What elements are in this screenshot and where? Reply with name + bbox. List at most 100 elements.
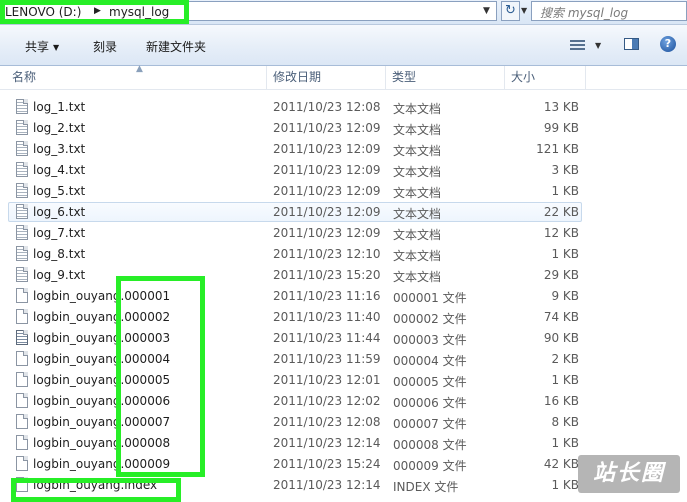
file-row[interactable]: log_4.txt 2011/10/23 12:09 文本文档 3 KB <box>0 160 687 181</box>
file-row[interactable]: log_7.txt 2011/10/23 12:09 文本文档 12 KB <box>0 223 687 244</box>
file-size: 1 KB <box>551 478 579 492</box>
file-modified-date: 2011/10/23 12:09 <box>273 121 381 135</box>
sort-ascending-icon: ▲ <box>136 64 143 74</box>
column-header-type[interactable]: 类型 <box>385 66 503 89</box>
file-modified-date: 2011/10/23 12:09 <box>273 226 381 240</box>
file-modified-date: 2011/10/23 12:01 <box>273 373 381 387</box>
file-size: 1 KB <box>551 184 579 198</box>
file-modified-date: 2011/10/23 12:09 <box>273 184 381 198</box>
file-modified-date: 2011/10/23 12:08 <box>273 100 381 114</box>
preview-pane-icon[interactable] <box>624 38 639 50</box>
file-size: 1 KB <box>551 373 579 387</box>
file-row[interactable]: log_1.txt 2011/10/23 12:08 文本文档 13 KB <box>0 97 687 118</box>
file-size: 29 KB <box>543 268 579 282</box>
burn-button-label: 刻录 <box>93 40 118 54</box>
file-size: 13 KB <box>543 100 579 114</box>
file-icon <box>16 372 28 387</box>
column-header-date-label: 修改日期 <box>273 70 322 84</box>
highlight-box-index-file <box>11 478 181 502</box>
view-options-dropdown-icon[interactable]: ▼ <box>595 41 601 50</box>
file-size: 74 KB <box>543 310 579 324</box>
file-icon <box>16 435 28 450</box>
file-row[interactable]: logbin_ouyang.000005 2011/10/23 12:01 0000… <box>0 370 687 391</box>
column-header-name[interactable]: ▲ 名称 <box>6 64 264 89</box>
file-icon <box>16 288 28 303</box>
search-input[interactable]: 搜索 mysql_log <box>531 1 687 21</box>
file-size: 3 KB <box>551 163 579 177</box>
file-name: log_1.txt <box>33 100 86 114</box>
file-type: 000001 文件 <box>393 291 467 305</box>
file-row[interactable]: log_5.txt 2011/10/23 12:09 文本文档 1 KB <box>0 181 687 202</box>
file-icon <box>16 309 28 324</box>
file-modified-date: 2011/10/23 11:40 <box>273 310 381 324</box>
column-header-date[interactable]: 修改日期 <box>266 66 384 89</box>
file-name: log_8.txt <box>33 247 86 261</box>
highlight-box-file-suffix <box>116 276 205 477</box>
text-file-icon <box>16 120 28 135</box>
text-file-icon <box>16 204 28 219</box>
file-row[interactable]: logbin_ouyang.000006 2011/10/23 12:02 0000… <box>0 391 687 412</box>
text-file-icon <box>16 162 28 177</box>
file-type: 文本文档 <box>393 186 442 200</box>
file-type: 文本文档 <box>393 270 442 284</box>
help-icon[interactable]: ? <box>660 36 676 52</box>
file-row[interactable]: logbin_ouyang.000002 2011/10/23 11:40 0000… <box>0 307 687 328</box>
file-type: 000002 文件 <box>393 312 467 326</box>
file-modified-date: 2011/10/23 12:10 <box>273 247 381 261</box>
share-button[interactable]: 共享 ▼ <box>25 38 59 55</box>
command-bar: 共享 ▼ 刻录 新建文件夹 ▼ ? <box>0 25 687 66</box>
chevron-down-icon: ▼ <box>53 43 60 52</box>
file-icon <box>16 330 28 345</box>
text-file-icon <box>16 246 28 261</box>
file-size: 1 KB <box>551 247 579 261</box>
burn-button[interactable]: 刻录 <box>93 38 117 55</box>
file-size: 121 KB <box>536 142 579 156</box>
file-modified-date: 2011/10/23 12:08 <box>273 415 381 429</box>
file-icon <box>16 351 28 366</box>
file-type: 000006 文件 <box>393 396 467 410</box>
file-modified-date: 2011/10/23 15:20 <box>273 268 381 282</box>
file-row[interactable]: log_3.txt 2011/10/23 12:09 文本文档 121 KB <box>0 139 687 160</box>
file-row[interactable]: log_8.txt 2011/10/23 12:10 文本文档 1 KB <box>0 244 687 265</box>
file-type: 文本文档 <box>393 144 442 158</box>
file-type: 000009 文件 <box>393 459 467 473</box>
file-name: log_4.txt <box>33 163 86 177</box>
file-name: log_2.txt <box>33 121 86 135</box>
file-modified-date: 2011/10/23 12:14 <box>273 478 381 492</box>
file-modified-date: 2011/10/23 12:14 <box>273 436 381 450</box>
file-name: log_6.txt <box>33 205 86 219</box>
file-icon <box>16 456 28 471</box>
file-type: 文本文档 <box>393 123 442 137</box>
column-header-size[interactable]: 大小 <box>504 66 584 89</box>
new-folder-button-label: 新建文件夹 <box>146 40 207 54</box>
address-history-dropdown-icon[interactable]: ▼ <box>483 6 490 16</box>
file-size: 1 KB <box>551 436 579 450</box>
file-row[interactable]: log_9.txt 2011/10/23 15:20 文本文档 29 KB <box>0 265 687 286</box>
file-type: INDEX 文件 <box>393 480 459 494</box>
file-row[interactable]: logbin_ouyang.000003 2011/10/23 11:44 0000… <box>0 328 687 349</box>
file-size: 42 KB <box>543 457 579 471</box>
text-file-icon <box>16 225 28 240</box>
column-divider <box>585 66 586 89</box>
file-size: 22 KB <box>543 205 579 219</box>
file-size: 8 KB <box>551 415 579 429</box>
file-type: 文本文档 <box>393 249 442 263</box>
text-file-icon <box>16 267 28 282</box>
file-row[interactable]: logbin_ouyang.000007 2011/10/23 12:08 0000… <box>0 412 687 433</box>
new-folder-button[interactable]: 新建文件夹 <box>146 38 206 55</box>
refresh-button[interactable]: ↻ <box>501 1 520 21</box>
file-modified-date: 2011/10/23 11:44 <box>273 331 381 345</box>
change-view-icon[interactable] <box>570 38 585 51</box>
file-row[interactable]: logbin_ouyang.000008 2011/10/23 12:14 0000… <box>0 433 687 454</box>
file-name: log_9.txt <box>33 268 86 282</box>
file-row[interactable]: logbin_ouyang.000004 2011/10/23 11:59 0000… <box>0 349 687 370</box>
watermark-logo: 站长圈 <box>578 455 680 493</box>
file-row[interactable]: log_2.txt 2011/10/23 12:09 文本文档 99 KB <box>0 118 687 139</box>
file-type: 000007 文件 <box>393 417 467 431</box>
refresh-dropdown-icon[interactable]: ▼ <box>521 6 527 15</box>
file-row[interactable]: log_6.txt 2011/10/23 12:09 文本文档 22 KB <box>0 202 687 223</box>
file-type: 000004 文件 <box>393 354 467 368</box>
file-type: 000008 文件 <box>393 438 467 452</box>
text-file-icon <box>16 183 28 198</box>
file-row[interactable]: logbin_ouyang.000001 2011/10/23 11:16 0000… <box>0 286 687 307</box>
